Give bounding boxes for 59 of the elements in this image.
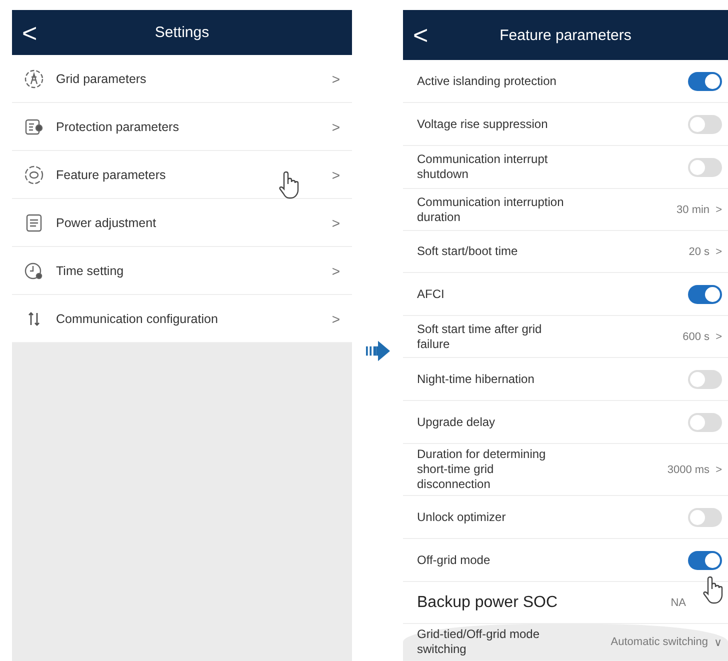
parameter-label: Soft start time after grid failure <box>417 320 543 352</box>
tower-icon <box>24 68 44 88</box>
toggle-switch[interactable] <box>688 158 722 176</box>
parameter-value[interactable]: 600 s <box>682 330 710 342</box>
item-label: Communication configuration <box>56 312 219 326</box>
chevron-icon: > <box>332 214 340 230</box>
parameter-label: Night-time hibernation <box>417 370 536 388</box>
right-arrow-icon <box>366 340 390 362</box>
toggle-switch[interactable] <box>688 284 722 304</box>
toggle-switch[interactable] <box>688 72 722 90</box>
chevron-icon: > <box>716 330 722 342</box>
parameter-label: Off-grid mode <box>417 552 492 568</box>
parameter-value[interactable]: 20 s <box>688 246 710 258</box>
chevron-icon: > <box>332 70 340 86</box>
clock-gear-icon <box>24 260 44 280</box>
chevron-icon: > <box>716 464 722 476</box>
toggle-switch[interactable] <box>688 370 722 388</box>
item-label: Feature parameters <box>56 168 167 182</box>
parameter-label: Unlock optimizer <box>417 508 507 526</box>
parameter-label: Backup power SOC <box>417 592 559 612</box>
item-label: Power adjustment <box>56 216 158 230</box>
parameter-value[interactable]: 3000 ms <box>667 464 710 476</box>
chevron-icon: > <box>332 118 340 134</box>
parameter-label: AFCI <box>417 286 446 302</box>
chevron-icon: > <box>332 262 340 278</box>
screen-title: Feature parameters <box>500 26 632 44</box>
settings-item[interactable]: Grid parameters > <box>12 55 352 103</box>
document-gear-icon <box>24 116 44 136</box>
parameter-label: Soft start/boot time <box>417 243 519 260</box>
toggle-switch[interactable] <box>688 114 722 134</box>
settings-item[interactable]: Protection parameters > <box>12 103 352 151</box>
settings-item[interactable]: Power adjustment > <box>12 199 352 247</box>
chevron-icon: > <box>716 204 722 216</box>
parameter-label: Communication interruption duration <box>417 194 565 226</box>
target-icon <box>24 164 44 184</box>
parameter-label: Active islanding protection <box>417 72 558 90</box>
chevron-icon: > <box>332 310 340 326</box>
item-label: Protection parameters <box>56 120 180 134</box>
settings-item[interactable]: Time setting > <box>12 247 352 295</box>
parameter-label: Communication interrupt shutdown <box>417 151 549 183</box>
list-document-icon <box>24 212 44 232</box>
parameter-label: Duration for determining short-time grid disconnection <box>417 446 547 493</box>
back-button[interactable]: < <box>22 20 38 46</box>
parameter-label: Grid-tied/Off-grid mode switching <box>417 626 540 658</box>
parameter-value[interactable]: Automatic switching <box>610 636 708 648</box>
parameter-value: NA <box>670 596 686 608</box>
toggle-switch[interactable] <box>688 508 722 526</box>
back-button[interactable]: < <box>413 22 428 48</box>
item-label: Time setting <box>56 264 125 278</box>
parameter-label: Upgrade delay <box>417 414 496 430</box>
chevron-icon: > <box>332 166 340 182</box>
toggle-switch[interactable] <box>688 412 722 432</box>
chevron-icon: > <box>716 246 722 258</box>
chevron-icon: ∨ <box>714 636 722 648</box>
parameter-value[interactable]: 30 min <box>676 204 710 216</box>
parameter-label: Voltage rise suppression <box>417 116 549 132</box>
screen-title: Settings <box>154 24 210 41</box>
toggle-switch[interactable] <box>688 550 722 570</box>
item-label: Grid parameters <box>56 72 148 86</box>
